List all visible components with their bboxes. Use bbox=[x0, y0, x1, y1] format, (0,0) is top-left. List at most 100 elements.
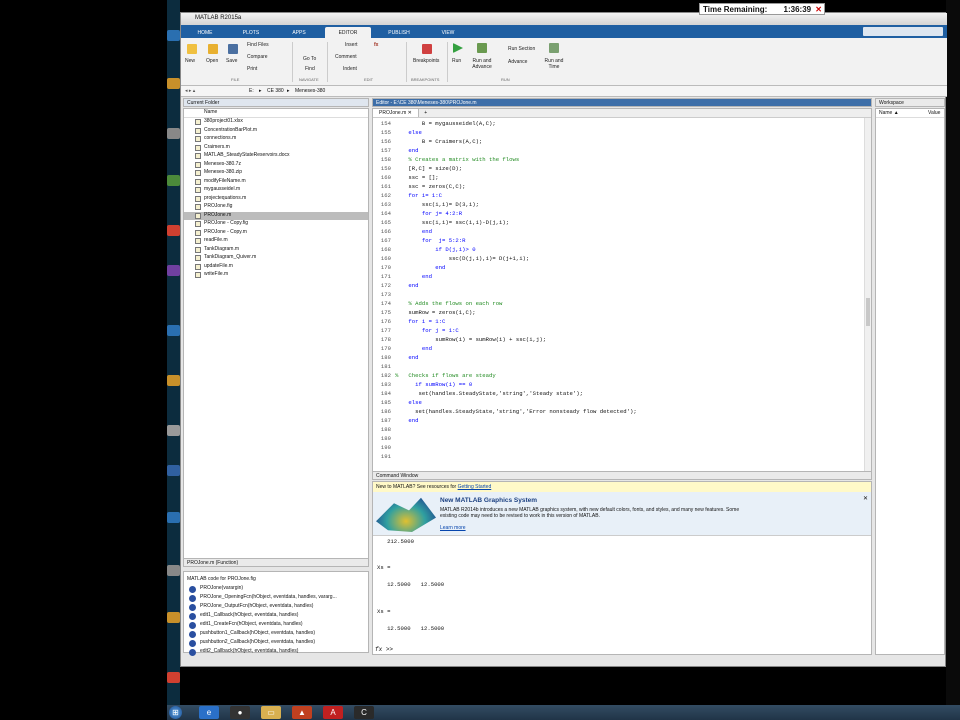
code-line[interactable]: 189 bbox=[373, 435, 871, 444]
comment-button[interactable]: Comment bbox=[335, 54, 357, 60]
tab-apps[interactable]: APPS bbox=[281, 27, 317, 38]
desktop-icon[interactable] bbox=[167, 128, 180, 139]
getting-started-link[interactable]: Getting Started bbox=[458, 484, 492, 490]
file-item[interactable]: Meneses-380.zip bbox=[184, 169, 368, 178]
file-item[interactable]: updateFile.m bbox=[184, 263, 368, 272]
file-item[interactable]: readFile.m bbox=[184, 237, 368, 246]
tab-publish[interactable]: PUBLISH bbox=[381, 27, 417, 38]
desktop-icon[interactable] bbox=[167, 465, 180, 476]
path-subfolder[interactable]: Meneses-380 bbox=[295, 88, 325, 94]
function-item[interactable]: PROJone_OutputFcn(hObject, eventdata, ha… bbox=[184, 603, 368, 612]
code-line[interactable]: 156 B = Craimers(A,C); bbox=[373, 138, 871, 147]
code-line[interactable]: 173 bbox=[373, 291, 871, 300]
code-line[interactable]: 190 bbox=[373, 444, 871, 453]
code-line[interactable]: 168 if D(j,i)> 0 bbox=[373, 246, 871, 255]
file-item[interactable]: ConcentrationBarPlot.m bbox=[184, 127, 368, 136]
function-item[interactable]: edit2_Callback(hObject, eventdata, handl… bbox=[184, 648, 368, 657]
indent-button[interactable]: Indent bbox=[343, 66, 357, 72]
open-button[interactable]: Open bbox=[206, 58, 218, 64]
file-item[interactable]: projectequations.m bbox=[184, 195, 368, 204]
acrobat-icon[interactable]: A bbox=[323, 706, 343, 719]
function-item[interactable]: PROJone_OpeningFcn(hObject, eventdata, h… bbox=[184, 594, 368, 603]
print-button[interactable]: Print bbox=[247, 66, 257, 72]
tab-home[interactable]: HOME bbox=[187, 27, 223, 38]
file-item[interactable]: TankDiagram_Quiver.m bbox=[184, 254, 368, 263]
desktop-icon[interactable] bbox=[167, 512, 180, 523]
matlab-icon[interactable]: ▲ bbox=[292, 706, 312, 719]
start-button[interactable]: ⊞ bbox=[169, 706, 182, 719]
find-files-button[interactable]: Find Files bbox=[247, 42, 269, 48]
code-line[interactable]: 181 bbox=[373, 363, 871, 372]
quick-access-toolbar[interactable] bbox=[863, 27, 943, 36]
code-line[interactable]: 162 for i= 1:C bbox=[373, 192, 871, 201]
file-item[interactable]: Meneses-380.7z bbox=[184, 161, 368, 170]
function-item[interactable]: edit1_Callback(hObject, eventdata, handl… bbox=[184, 612, 368, 621]
desktop-icon[interactable] bbox=[167, 425, 180, 436]
code-line[interactable]: 184 set(handles.SteadyState,'string','St… bbox=[373, 390, 871, 399]
name-column-header[interactable]: Name bbox=[184, 109, 368, 118]
goto-button[interactable]: Go To bbox=[303, 56, 316, 62]
save-button[interactable]: Save bbox=[226, 58, 237, 64]
code-line[interactable]: 177 for j = 1:C bbox=[373, 327, 871, 336]
nav-arrows-icon[interactable]: ◂ ▸ ▴ bbox=[185, 88, 195, 94]
new-button[interactable]: New bbox=[185, 58, 195, 64]
run-button[interactable]: Run bbox=[452, 58, 461, 64]
fx-icon[interactable]: fx bbox=[374, 42, 378, 48]
code-line[interactable]: 159 [R,C] = size(D); bbox=[373, 165, 871, 174]
code-line[interactable]: 179 end bbox=[373, 345, 871, 354]
code-line[interactable]: 187 end bbox=[373, 417, 871, 426]
code-line[interactable]: 157 end bbox=[373, 147, 871, 156]
code-line[interactable]: 186 set(handles.SteadyState,'string','Er… bbox=[373, 408, 871, 417]
file-item[interactable]: PROJone - Copy.fig bbox=[184, 220, 368, 229]
tab-editor[interactable]: EDITOR bbox=[325, 27, 371, 38]
editor-tab[interactable]: PROJone.m ✕ bbox=[373, 109, 419, 117]
code-line[interactable]: 167 for j= 5:2:R bbox=[373, 237, 871, 246]
learn-more-link[interactable]: Learn more bbox=[440, 525, 466, 531]
command-window[interactable]: New to MATLAB? See resources for Getting… bbox=[372, 481, 872, 655]
code-line[interactable]: 171 end bbox=[373, 273, 871, 282]
run-time-button[interactable]: Run and Time bbox=[542, 58, 566, 70]
desktop-icon[interactable] bbox=[167, 265, 180, 276]
ie-icon[interactable]: e bbox=[199, 706, 219, 719]
tab-plots[interactable]: PLOTS bbox=[233, 27, 269, 38]
code-line[interactable]: 155 else bbox=[373, 129, 871, 138]
file-item[interactable]: writeFile.m bbox=[184, 271, 368, 280]
desktop-icon[interactable] bbox=[167, 375, 180, 386]
run-section-button[interactable]: Run Section bbox=[508, 46, 535, 52]
app-icon[interactable]: C bbox=[354, 706, 374, 719]
file-item[interactable]: MATLAB_SteadyStateReservoirs.docx bbox=[184, 152, 368, 161]
code-line[interactable]: 160 ssc = []; bbox=[373, 174, 871, 183]
code-line[interactable]: 188 bbox=[373, 426, 871, 435]
function-item[interactable]: edit1_CreateFcn(hObject, eventdata, hand… bbox=[184, 621, 368, 630]
scroll-thumb[interactable] bbox=[866, 298, 870, 326]
breakpoints-button[interactable]: Breakpoints bbox=[413, 58, 439, 64]
close-icon[interactable]: ✕ bbox=[815, 5, 822, 14]
value-column-header[interactable]: Value bbox=[928, 110, 940, 116]
desktop-icon[interactable] bbox=[167, 30, 180, 41]
code-line[interactable]: 180 end bbox=[373, 354, 871, 363]
name-column-header[interactable]: Name ▲ bbox=[879, 110, 899, 116]
function-item[interactable]: PROJone(varargin) bbox=[184, 585, 368, 594]
file-item[interactable]: connections.m bbox=[184, 135, 368, 144]
run-advance-button[interactable]: Run and Advance bbox=[469, 58, 495, 70]
file-item[interactable]: PROJone - Copy.m bbox=[184, 229, 368, 238]
code-line[interactable]: 175 sumRow = zeros(1,C); bbox=[373, 309, 871, 318]
code-line[interactable]: 183 if sumRow(i) == 0 bbox=[373, 381, 871, 390]
code-line[interactable]: 170 end bbox=[373, 264, 871, 273]
address-bar[interactable]: ◂ ▸ ▴ E: ▸ CE 380 ▸ Meneses-380 bbox=[181, 86, 947, 97]
file-item[interactable]: mygausseidel.m bbox=[184, 186, 368, 195]
file-item[interactable]: PROJone.m bbox=[184, 211, 368, 220]
code-line[interactable]: 182 % Checks if flows are steady bbox=[373, 372, 871, 381]
desktop-icon[interactable] bbox=[167, 175, 180, 186]
media-icon[interactable]: ● bbox=[230, 706, 250, 719]
ltspice-icon[interactable] bbox=[167, 672, 180, 683]
new-tab-icon[interactable]: + bbox=[420, 110, 427, 116]
code-line[interactable]: 164 for j= 4:2:R bbox=[373, 210, 871, 219]
code-line[interactable]: 158 % Creates a matrix with the flows bbox=[373, 156, 871, 165]
code-line[interactable]: 185 else bbox=[373, 399, 871, 408]
file-item[interactable]: 380project01.xlsx bbox=[184, 118, 368, 127]
code-line[interactable]: 154 B = mygausseidel(A,C); bbox=[373, 120, 871, 129]
insert-button[interactable]: Insert bbox=[345, 42, 358, 48]
desktop-icon[interactable] bbox=[167, 612, 180, 623]
close-icon[interactable]: ✕ bbox=[863, 495, 868, 502]
